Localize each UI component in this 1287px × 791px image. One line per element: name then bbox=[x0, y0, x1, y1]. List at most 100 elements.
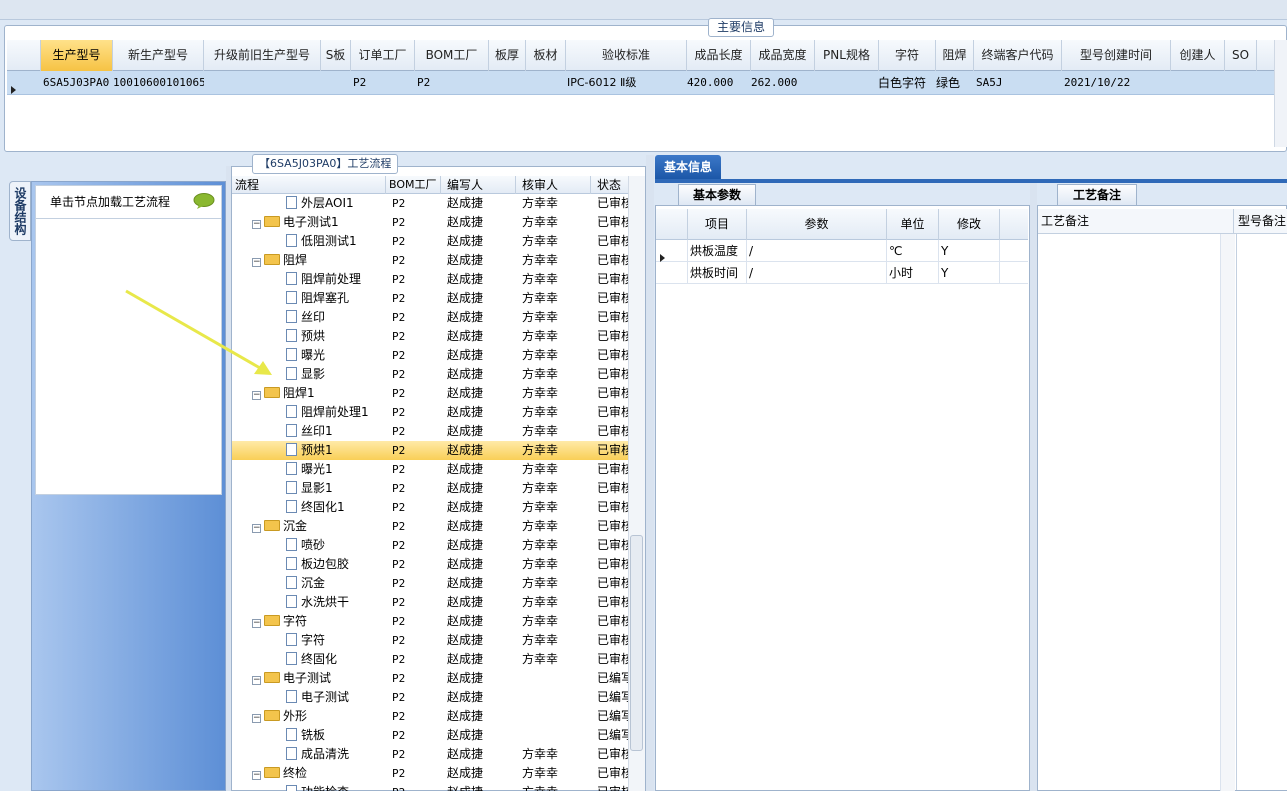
tree-cell-reviewer[interactable]: 方幸幸 bbox=[522, 536, 591, 555]
tree-cell-bom[interactable]: P2 bbox=[392, 251, 441, 270]
col-header-new-model[interactable]: 新生产型号 bbox=[113, 40, 204, 71]
tree-step-row[interactable]: 低阻测试1 P2 赵成捷 方幸幸 已审核 bbox=[232, 232, 628, 251]
process-remark-scrollbar[interactable] bbox=[1220, 234, 1235, 791]
tree-cell-writer[interactable]: 赵成捷 bbox=[447, 650, 516, 669]
col-header-bom-factory[interactable]: BOM工厂 bbox=[415, 40, 489, 71]
tree-folder-row[interactable]: − 阻焊 P2 赵成捷 方幸幸 已审核 bbox=[232, 251, 628, 270]
tree-cell-bom[interactable]: P2 bbox=[392, 555, 441, 574]
tree-cell-bom[interactable]: P2 bbox=[392, 422, 441, 441]
tree-cell-reviewer[interactable]: 方幸幸 bbox=[522, 213, 591, 232]
collapse-icon[interactable]: − bbox=[252, 714, 261, 723]
cell-s-board[interactable] bbox=[321, 71, 351, 95]
tree-node-cell[interactable]: − 电子测试1 bbox=[252, 213, 386, 232]
params-cell-unit[interactable]: 小时 bbox=[887, 262, 939, 284]
tree-node-cell[interactable]: − 终检 bbox=[252, 764, 386, 783]
tree-step-row[interactable]: 预烘 P2 赵成捷 方幸幸 已审核 bbox=[232, 327, 628, 346]
col-header-created-time[interactable]: 型号创建时间 bbox=[1062, 40, 1171, 71]
tree-cell-reviewer[interactable]: 方幸幸 bbox=[522, 251, 591, 270]
tree-step-row[interactable]: 曝光1 P2 赵成捷 方幸幸 已审核 bbox=[232, 460, 628, 479]
col-header-length[interactable]: 成品长度 bbox=[687, 40, 751, 71]
col-header-s-board[interactable]: S板 bbox=[321, 40, 351, 71]
middle-splitter[interactable] bbox=[646, 155, 654, 791]
tree-cell-bom[interactable]: P2 bbox=[392, 536, 441, 555]
tree-cell-status[interactable]: 已审核 bbox=[597, 574, 628, 593]
tree-step-row[interactable]: 丝印1 P2 赵成捷 方幸幸 已审核 bbox=[232, 422, 628, 441]
tree-cell-writer[interactable]: 赵成捷 bbox=[447, 289, 516, 308]
tree-cell-reviewer[interactable]: 方幸幸 bbox=[522, 593, 591, 612]
tab-device-structure[interactable]: 设备结构 bbox=[9, 181, 31, 241]
tree-step-row[interactable]: 终固化1 P2 赵成捷 方幸幸 已审核 bbox=[232, 498, 628, 517]
tree-cell-writer[interactable]: 赵成捷 bbox=[447, 593, 516, 612]
tree-cell-status[interactable]: 已审核 bbox=[597, 441, 628, 460]
tree-cell-status[interactable]: 已审核 bbox=[597, 593, 628, 612]
tree-folder-row[interactable]: − 终检 P2 赵成捷 方幸幸 已审核 bbox=[232, 764, 628, 783]
tree-node-cell[interactable]: − 阻焊1 bbox=[252, 384, 386, 403]
col-header-production-model[interactable]: 生产型号 bbox=[41, 40, 113, 71]
tree-cell-status[interactable]: 已审核 bbox=[597, 327, 628, 346]
tree-step-row[interactable]: 终固化 P2 赵成捷 方幸幸 已审核 bbox=[232, 650, 628, 669]
tree-cell-writer[interactable]: 赵成捷 bbox=[447, 783, 516, 791]
tree-cell-reviewer[interactable]: 方幸幸 bbox=[522, 498, 591, 517]
tree-node-cell[interactable]: 终固化 bbox=[286, 650, 386, 669]
tree-cell-writer[interactable]: 赵成捷 bbox=[447, 460, 516, 479]
tree-cell-reviewer[interactable]: 方幸幸 bbox=[522, 365, 591, 384]
tree-cell-bom[interactable]: P2 bbox=[392, 289, 441, 308]
tree-step-row[interactable]: 预烘1 P2 赵成捷 方幸幸 已审核 bbox=[232, 441, 628, 460]
tree-step-row[interactable]: 电子测试 P2 赵成捷 已编写 bbox=[232, 688, 628, 707]
params-cell-modify[interactable]: Y bbox=[939, 262, 1000, 284]
tree-cell-bom[interactable]: P2 bbox=[392, 517, 441, 536]
tree-cell-writer[interactable]: 赵成捷 bbox=[447, 555, 516, 574]
tree-cell-bom[interactable]: P2 bbox=[392, 194, 441, 213]
tree-cell-reviewer[interactable] bbox=[522, 688, 591, 707]
tree-cell-writer[interactable]: 赵成捷 bbox=[447, 688, 516, 707]
tree-cell-bom[interactable]: P2 bbox=[392, 270, 441, 289]
tree-cell-bom[interactable]: P2 bbox=[392, 631, 441, 650]
collapse-icon[interactable]: − bbox=[252, 619, 261, 628]
tree-cell-bom[interactable]: P2 bbox=[392, 688, 441, 707]
tree-cell-status[interactable]: 已审核 bbox=[597, 460, 628, 479]
tree-cell-reviewer[interactable]: 方幸幸 bbox=[522, 232, 591, 251]
tree-node-cell[interactable]: 板边包胶 bbox=[286, 555, 386, 574]
tree-cell-reviewer[interactable]: 方幸幸 bbox=[522, 555, 591, 574]
tree-cell-reviewer[interactable]: 方幸幸 bbox=[522, 384, 591, 403]
tree-folder-row[interactable]: − 电子测试 P2 赵成捷 已编写 bbox=[232, 669, 628, 688]
tree-node-cell[interactable]: 曝光 bbox=[286, 346, 386, 365]
col-header-so[interactable]: SO bbox=[1225, 40, 1257, 71]
col-header-material[interactable]: 板材 bbox=[526, 40, 566, 71]
tree-cell-reviewer[interactable]: 方幸幸 bbox=[522, 745, 591, 764]
tree-cell-reviewer[interactable]: 方幸幸 bbox=[522, 650, 591, 669]
main-grid-row[interactable]: 6SA5J03PA0 10010600101065 P2 P2 IPC-6012… bbox=[7, 71, 1274, 95]
tree-cell-writer[interactable]: 赵成捷 bbox=[447, 346, 516, 365]
tab-basic-params[interactable]: 基本参数 bbox=[678, 184, 756, 205]
model-remark-textarea[interactable] bbox=[1236, 234, 1287, 790]
tree-step-row[interactable]: 丝印 P2 赵成捷 方幸幸 已审核 bbox=[232, 308, 628, 327]
tree-cell-status[interactable]: 已审核 bbox=[597, 289, 628, 308]
tree-cell-writer[interactable]: 赵成捷 bbox=[447, 232, 516, 251]
tree-cell-reviewer[interactable] bbox=[522, 707, 591, 726]
tree-cell-reviewer[interactable]: 方幸幸 bbox=[522, 403, 591, 422]
tree-cell-status[interactable]: 已审核 bbox=[597, 536, 628, 555]
cell-order-factory[interactable]: P2 bbox=[353, 71, 415, 95]
tree-step-row[interactable]: 水洗烘干 P2 赵成捷 方幸幸 已审核 bbox=[232, 593, 628, 612]
tree-cell-reviewer[interactable]: 方幸幸 bbox=[522, 346, 591, 365]
tree-cell-status[interactable]: 已编写 bbox=[597, 688, 628, 707]
tree-cell-bom[interactable]: P2 bbox=[392, 403, 441, 422]
tree-node-cell[interactable]: 阻焊前处理1 bbox=[286, 403, 386, 422]
tab-basic-info[interactable]: 基本信息 bbox=[655, 155, 721, 179]
cell-thickness[interactable] bbox=[489, 71, 526, 95]
tree-cell-bom[interactable]: P2 bbox=[392, 707, 441, 726]
cell-material[interactable] bbox=[526, 71, 566, 95]
cell-solder-mask[interactable]: 绿色 bbox=[936, 71, 974, 95]
tree-step-row[interactable]: 阻焊前处理 P2 赵成捷 方幸幸 已审核 bbox=[232, 270, 628, 289]
main-grid-scrollbar[interactable] bbox=[1274, 40, 1287, 147]
tree-cell-bom[interactable]: P2 bbox=[392, 441, 441, 460]
tree-cell-status[interactable]: 已审核 bbox=[597, 403, 628, 422]
tree-cell-status[interactable]: 已审核 bbox=[597, 517, 628, 536]
tree-cell-writer[interactable]: 赵成捷 bbox=[447, 574, 516, 593]
col-header-creator[interactable]: 创建人 bbox=[1171, 40, 1225, 71]
tree-cell-status[interactable]: 已审核 bbox=[597, 213, 628, 232]
tree-cell-writer[interactable]: 赵成捷 bbox=[447, 517, 516, 536]
tree-cell-bom[interactable]: P2 bbox=[392, 232, 441, 251]
params-cell-item[interactable]: 烘板时间 bbox=[688, 262, 747, 284]
params-col-modify[interactable]: 修改 bbox=[939, 209, 1000, 240]
